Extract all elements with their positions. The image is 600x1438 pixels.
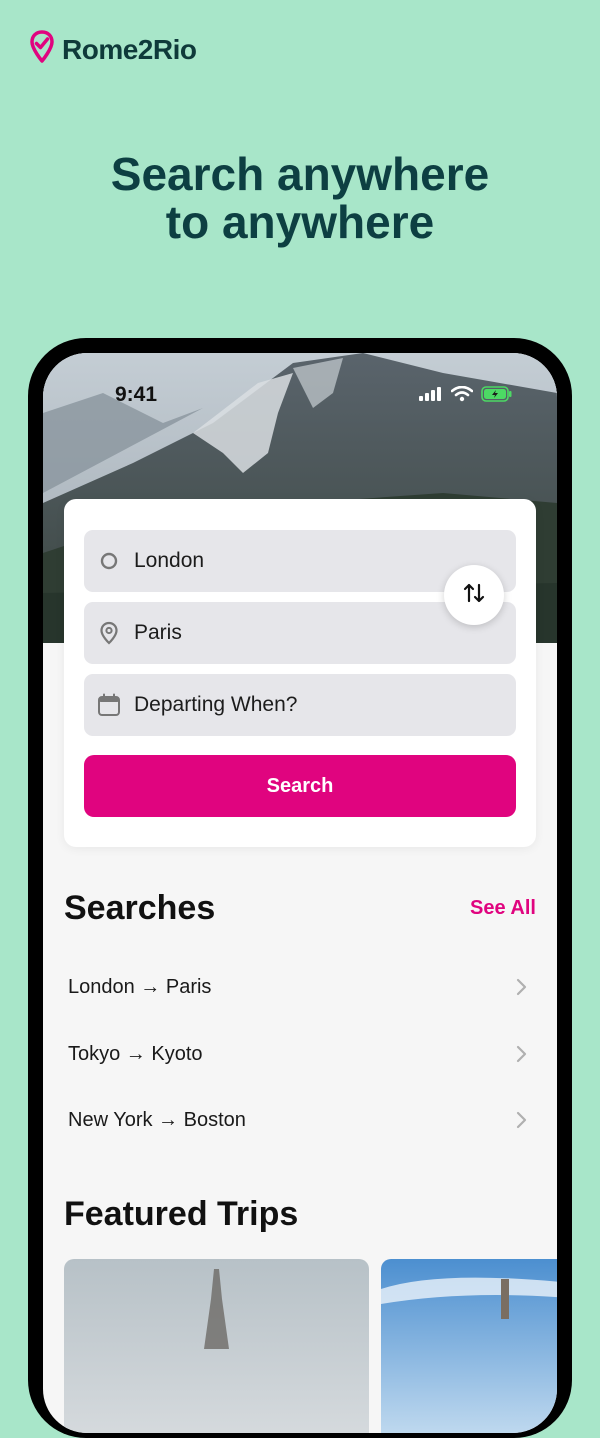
featured-trips-title: Featured Trips	[64, 1195, 299, 1233]
phone-frame: 9:41 London Paris Departing When? Search…	[28, 338, 572, 1438]
search-history-label: Tokyo → Kyoto	[68, 1042, 203, 1065]
status-time: 9:41	[115, 383, 158, 406]
origin-value: London	[134, 549, 205, 572]
calendar-icon	[84, 693, 134, 717]
chevron-right-icon	[506, 1111, 536, 1129]
searches-title: Searches	[64, 889, 216, 927]
city-trip-image	[381, 1259, 557, 1433]
brand-name: Rome2Rio	[62, 33, 197, 65]
date-field[interactable]: Departing When?	[84, 674, 516, 736]
phone-screen: 9:41 London Paris Departing When? Search…	[43, 353, 557, 1433]
featured-trip-card[interactable]	[381, 1259, 557, 1433]
wifi-icon	[450, 385, 474, 407]
search-history-row[interactable]: Tokyo → Kyoto	[64, 1021, 536, 1087]
featured-trip-card[interactable]	[64, 1259, 369, 1433]
headline: Search anywhere to anywhere	[0, 150, 600, 246]
destination-value: Paris	[134, 621, 182, 644]
search-history-label: London → Paris	[68, 975, 212, 998]
see-all-link[interactable]: See All	[470, 897, 536, 920]
pin-check-icon	[30, 30, 54, 69]
headline-line-2: to anywhere	[165, 196, 435, 248]
status-bar: 9:41	[43, 353, 557, 413]
date-placeholder: Departing When?	[134, 693, 298, 716]
paris-trip-image	[64, 1259, 369, 1433]
swap-arrows-icon	[461, 580, 487, 611]
headline-line-1: Search anywhere	[110, 148, 490, 200]
swap-button[interactable]	[444, 565, 504, 625]
location-pin-icon	[84, 621, 134, 645]
signal-icon	[419, 387, 443, 406]
search-history-row[interactable]: New York → Boston	[64, 1087, 536, 1153]
chevron-right-icon	[506, 978, 536, 996]
search-card: London Paris Departing When? Search	[64, 499, 536, 847]
chevron-right-icon	[506, 1045, 536, 1063]
search-history-label: New York → Boston	[68, 1108, 246, 1131]
search-button[interactable]: Search	[84, 755, 516, 817]
origin-circle-icon	[84, 551, 134, 571]
search-history-row[interactable]: London → Paris	[64, 954, 536, 1020]
battery-icon	[481, 386, 513, 407]
brand-logo: Rome2Rio	[30, 30, 197, 69]
